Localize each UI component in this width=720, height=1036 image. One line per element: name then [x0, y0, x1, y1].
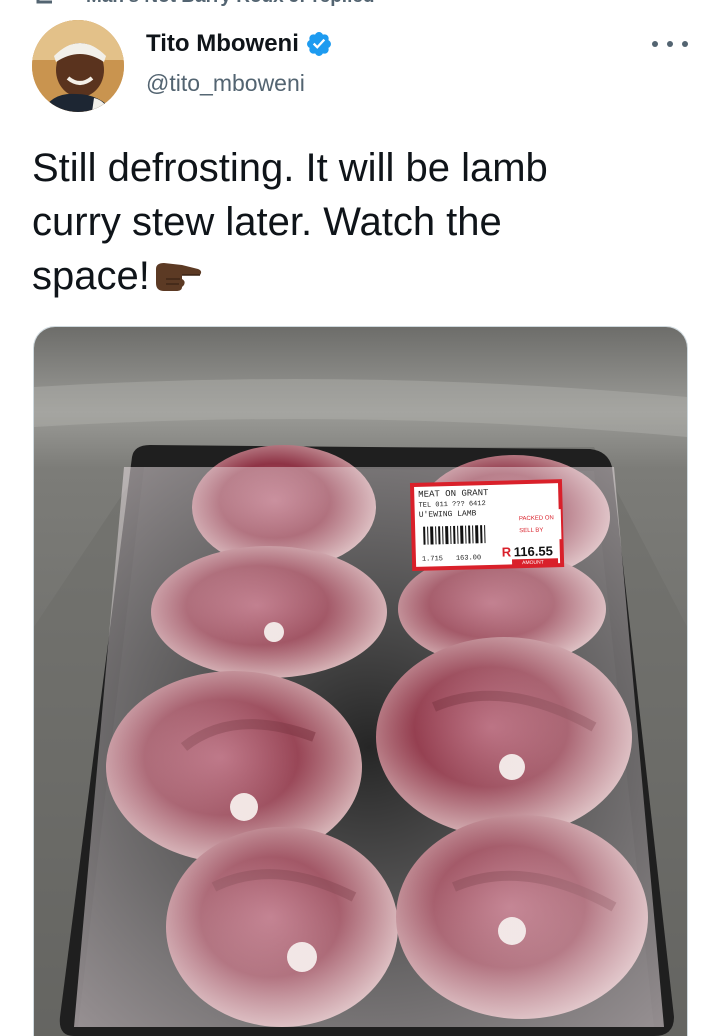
dot-icon [682, 41, 688, 47]
label-currency: R [502, 544, 512, 559]
lamb-tray-photo: MEAT ON GRANT TEL 011 ??? 6412 U'EWING L… [34, 327, 687, 1036]
replied-text: Man's Not Barry Roux Jr replied [86, 0, 375, 8]
author-display-name[interactable]: Tito Mboweni [146, 30, 299, 58]
author-handle[interactable]: @tito_mboweni [146, 70, 305, 97]
avatar[interactable] [32, 20, 124, 112]
tweet-image[interactable]: MEAT ON GRANT TEL 011 ??? 6412 U'EWING L… [33, 326, 688, 1036]
more-options-icon[interactable] [652, 32, 688, 56]
label-mass: 1.715 [422, 555, 443, 564]
verified-badge-icon [306, 32, 331, 56]
dot-icon [652, 41, 658, 47]
label-sell-by: SELL BY [519, 528, 543, 535]
price-label: MEAT ON GRANT TEL 011 ??? 6412 U'EWING L… [409, 479, 565, 572]
label-price-per-kg: 163.00 [456, 554, 481, 563]
label-title: MEAT ON GRANT [418, 488, 489, 500]
replied-context[interactable]: Man's Not Barry Roux Jr replied [0, 0, 720, 8]
author-name-row[interactable]: Tito Mboweni [146, 30, 333, 58]
label-amount-caption: AMOUNT [522, 560, 544, 567]
barcode [423, 525, 486, 545]
reply-arrow-icon [36, 0, 52, 4]
label-amount: 116.55 [514, 543, 553, 559]
label-packed-on: PACKED ON [519, 515, 554, 522]
tweet-text-line: space! [32, 249, 672, 303]
tweet-text-line: curry stew later. Watch the [32, 200, 502, 244]
tweet-text: Still defrosting. It will be lamb curry … [32, 141, 672, 303]
avatar-photo-icon [32, 20, 124, 112]
dot-icon [667, 41, 673, 47]
label-product: U'EWING LAMB [419, 509, 477, 520]
tweet-text-last: space! [32, 254, 150, 298]
tweet-text-line: Still defrosting. It will be lamb [32, 146, 548, 190]
pointing-right-emoji-icon [155, 263, 201, 291]
